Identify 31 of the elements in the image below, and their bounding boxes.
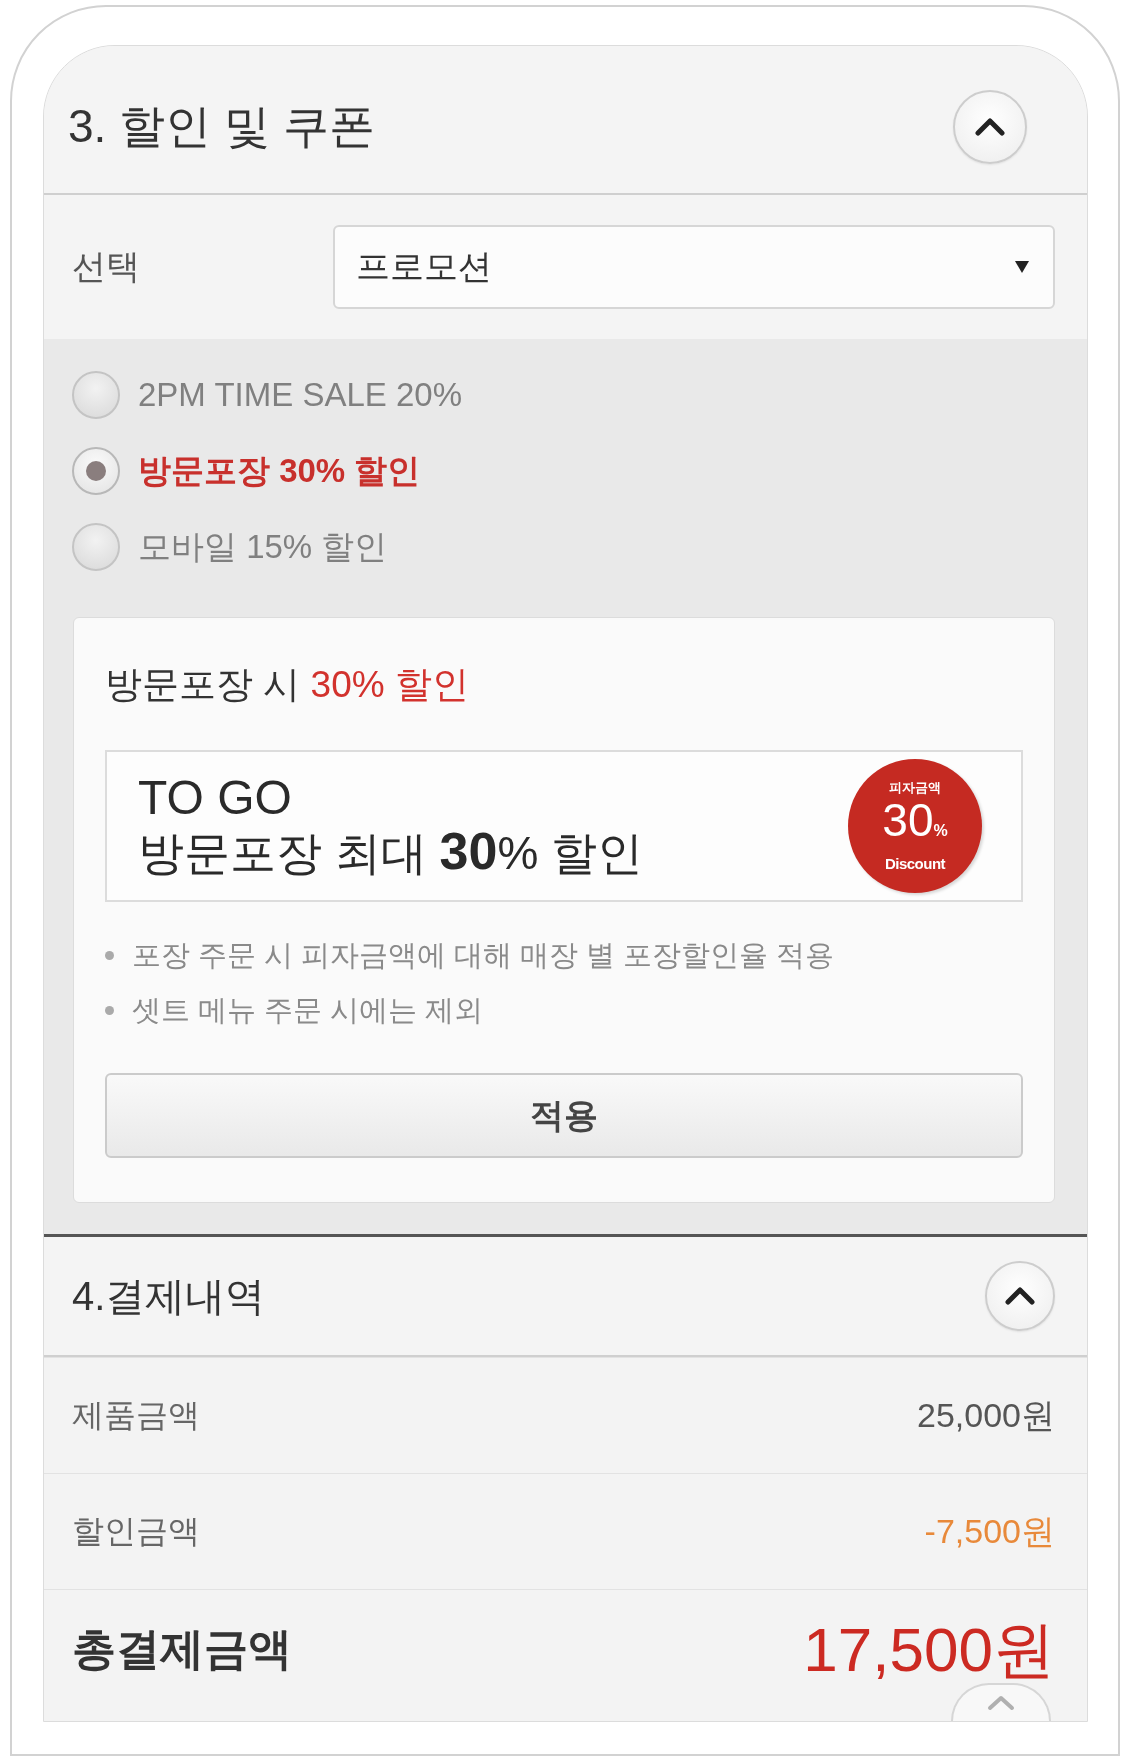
banner-heading: TO GO (138, 772, 293, 824)
note-text: 포장 주문 시 피자금액에 대해 매장 별 포장할인율 적용 (132, 938, 835, 973)
chevron-icon (975, 117, 1005, 136)
select-label: 선택 (72, 246, 141, 287)
caret-icon (1015, 261, 1029, 273)
badge-percent: 30% (882, 795, 948, 848)
bullet-icon (105, 1005, 114, 1015)
chevron-icon (1005, 1287, 1035, 1305)
badge-subcaption: Discount (884, 854, 946, 873)
promo-title: 방문포장 시 30% 할인 (105, 663, 470, 707)
option-label[interactable]: 방문포장 30% 할인 (138, 448, 421, 494)
payment-label: 총결제금액 (72, 1623, 292, 1675)
chevron-icon (986, 1695, 1016, 1711)
apply-button[interactable]: 적용 (105, 1073, 1023, 1158)
bullet-icon (105, 950, 114, 960)
radio-button[interactable] (72, 371, 120, 419)
radio-button[interactable] (72, 523, 120, 571)
payment-amount: 25,000원 (917, 1396, 1055, 1435)
note-text: 셋트 메뉴 주문 시에는 제외 (132, 993, 484, 1028)
option-label[interactable]: 2PM TIME SALE 20% (138, 376, 463, 414)
banner-subheading: 방문포장 최대 30% 할인 (138, 824, 644, 880)
payment-amount: -7,500원 (924, 1512, 1055, 1551)
option-label[interactable]: 모바일 15% 할인 (138, 524, 388, 570)
section-title: 3. 할인 및 쿠폰 (68, 98, 375, 154)
radio-button[interactable] (72, 447, 120, 495)
payment-amount: 17,500원 (803, 1618, 1055, 1681)
badge-caption: 피자금액 (889, 779, 941, 796)
section-title: 4.결제내역 (72, 1273, 266, 1320)
payment-label: 할인금액 (72, 1511, 200, 1551)
promotion-select[interactable]: 프로모션 (333, 225, 1055, 309)
payment-label: 제품금액 (72, 1395, 200, 1435)
